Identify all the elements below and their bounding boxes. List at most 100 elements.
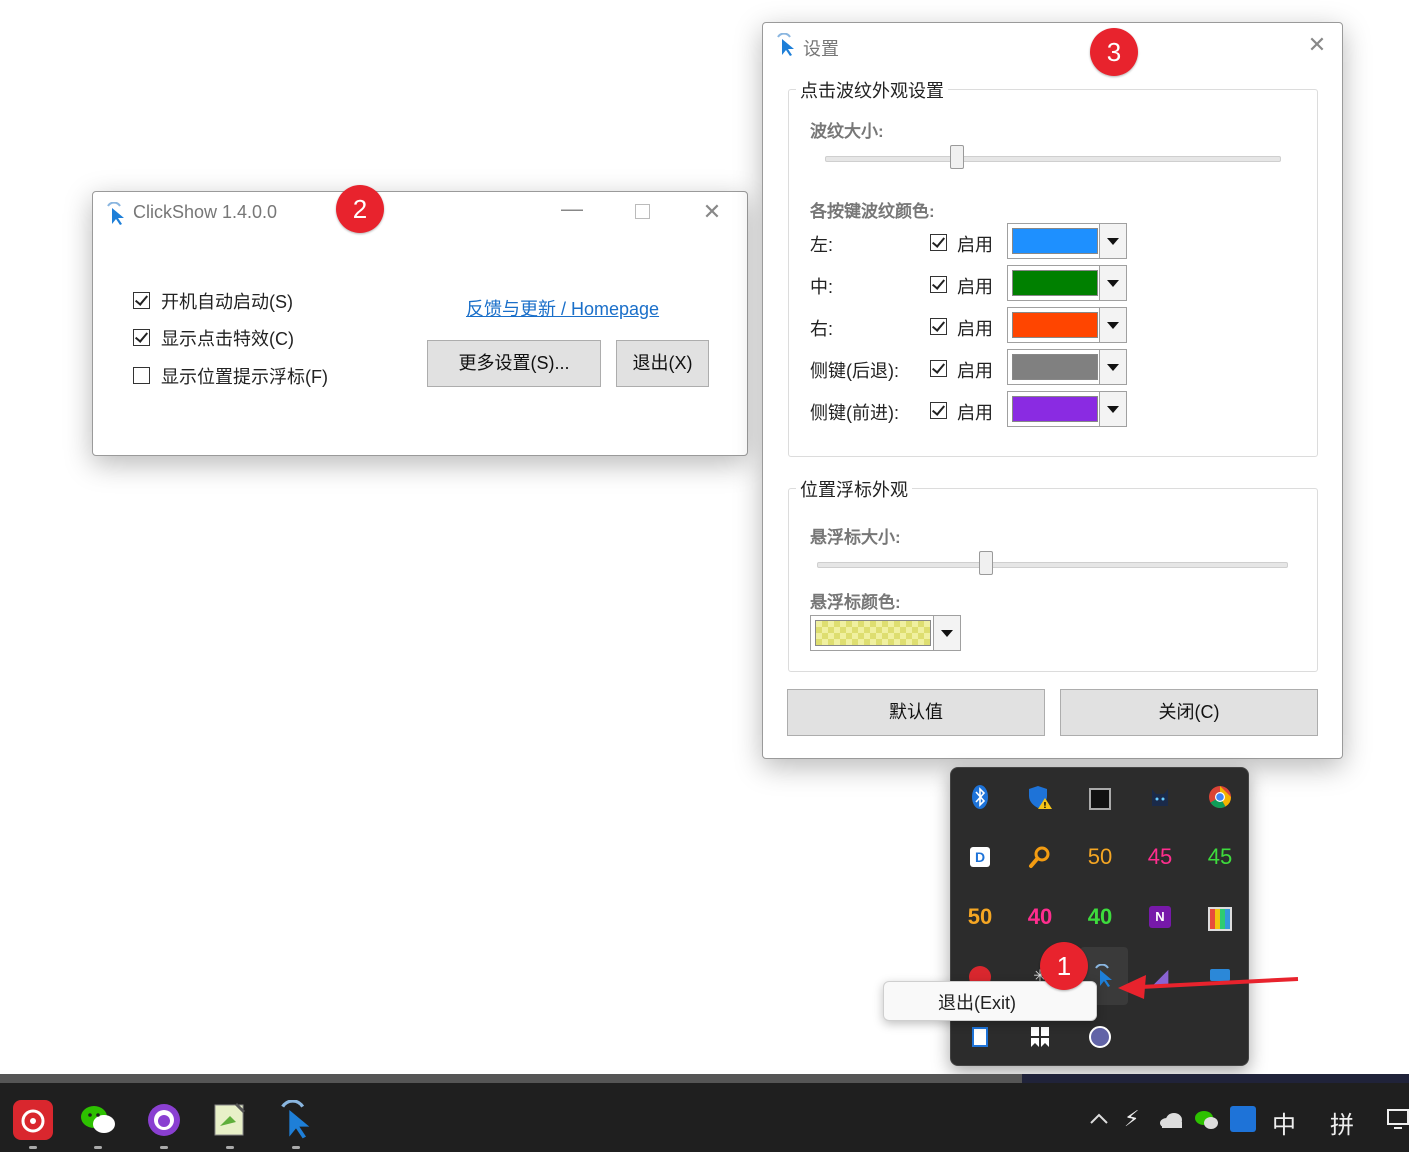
autostart-label[interactable]: 开机自动启动(S): [161, 288, 293, 314]
clipboard-tray-icon[interactable]: [960, 1017, 1000, 1057]
step-badge-1: 1: [1040, 942, 1088, 990]
marker-color-label: 悬浮标颜色:: [810, 593, 901, 612]
middle-button-label: 中:: [810, 277, 834, 297]
settings-app-icon: [777, 33, 794, 56]
clickshow-icon[interactable]: [276, 1099, 316, 1140]
taskbar-indicator: [292, 1146, 300, 1149]
wechat-icon[interactable]: [78, 1100, 118, 1140]
lightning-icon[interactable]: ⚡: [1124, 1106, 1139, 1132]
left-button-label: 左:: [810, 235, 834, 255]
left-enable-checkbox[interactable]: [930, 234, 947, 251]
back-button-label: 侧键(后退):: [810, 361, 899, 381]
tray-overflow-panel: ! D 50 45 45 50 40 40 N ✳ ◢: [950, 767, 1249, 1066]
marker-size-track: [817, 562, 1288, 568]
taskbar-indicator: [94, 1146, 102, 1149]
back-enable-label[interactable]: 启用: [957, 357, 993, 383]
show-click-effect-checkbox[interactable]: [133, 329, 150, 346]
github-icon[interactable]: [144, 1100, 184, 1140]
security-shield-icon[interactable]: !: [1020, 777, 1060, 817]
marker-size-slider[interactable]: [978, 551, 993, 575]
step-badge-3: 3: [1090, 28, 1138, 76]
display-icon[interactable]: [1386, 1108, 1409, 1130]
marker-group-title: 位置浮标外观: [796, 476, 912, 502]
marker-color-swatch: [815, 620, 931, 646]
close-button[interactable]: 关闭(C): [1060, 689, 1318, 736]
forward-color-swatch: [1012, 396, 1098, 422]
marker-size-label: 悬浮标大小:: [810, 528, 901, 547]
button-colors-label: 各按键波纹颜色:: [810, 202, 935, 221]
chevron-down-icon[interactable]: [1099, 350, 1126, 384]
show-click-effect-label[interactable]: 显示点击特效(C): [161, 325, 294, 351]
exit-menu-item[interactable]: 退出(Exit): [938, 989, 1016, 1015]
right-enable-label[interactable]: 启用: [957, 315, 993, 341]
right-color-combo[interactable]: [1007, 307, 1127, 343]
left-enable-label[interactable]: 启用: [957, 231, 993, 257]
settings-window: 设置 ✕ 点击波纹外观设置 波纹大小: 各按键波纹颜色: 左: 启用 中: 启用…: [762, 22, 1343, 759]
bluetooth-icon[interactable]: [960, 777, 1000, 817]
temp-value-2[interactable]: 45: [1140, 837, 1180, 877]
minimize-button[interactable]: —: [558, 198, 586, 220]
taskbar-indicator: [29, 1146, 37, 1149]
feedback-link[interactable]: 反馈与更新 / Homepage: [466, 295, 659, 321]
middle-color-combo[interactable]: [1007, 265, 1127, 301]
settings-close-icon[interactable]: ✕: [1303, 34, 1331, 56]
chevron-up-icon[interactable]: [1088, 1108, 1110, 1130]
ripple-size-label: 波纹大小:: [810, 122, 884, 141]
usage-value-1[interactable]: 50: [960, 897, 1000, 937]
back-color-swatch: [1012, 354, 1098, 380]
usage-value-2[interactable]: 40: [1020, 897, 1060, 937]
notepad-icon[interactable]: [210, 1100, 250, 1140]
search-icon[interactable]: [1020, 837, 1060, 877]
palette-app-icon[interactable]: [1200, 897, 1240, 937]
window-title: ClickShow 1.4.0.0: [133, 202, 278, 222]
chevron-down-icon[interactable]: [1099, 266, 1126, 300]
onenote-icon[interactable]: N: [1140, 897, 1180, 937]
back-color-combo[interactable]: [1007, 349, 1127, 385]
ripple-group-title: 点击波纹外观设置: [796, 77, 948, 103]
show-marker-label[interactable]: 显示位置提示浮标(F): [161, 363, 328, 389]
input-method-icon[interactable]: [1230, 1106, 1256, 1132]
cat-app-icon[interactable]: [1140, 777, 1180, 817]
ripple-size-slider[interactable]: [949, 145, 964, 169]
marker-color-combo[interactable]: [810, 615, 961, 651]
middle-enable-label[interactable]: 启用: [957, 273, 993, 299]
svg-text:!: !: [1043, 801, 1047, 810]
ime-mode-indicator[interactable]: 拼: [1330, 1105, 1354, 1140]
middle-enable-checkbox[interactable]: [930, 276, 947, 293]
d-app-icon[interactable]: D: [960, 837, 1000, 877]
teams-icon[interactable]: [1080, 1017, 1120, 1057]
more-settings-button[interactable]: 更多设置(S)...: [427, 340, 601, 387]
temp-value-3[interactable]: 45: [1200, 837, 1240, 877]
ime-language-indicator[interactable]: 中: [1272, 1105, 1296, 1140]
wechat-tray-icon[interactable]: [1194, 1108, 1220, 1132]
ripple-size-track: [825, 156, 1281, 162]
right-enable-checkbox[interactable]: [930, 318, 947, 335]
chevron-down-icon[interactable]: [1099, 308, 1126, 342]
cloud-icon[interactable]: [1158, 1110, 1184, 1130]
right-color-swatch: [1012, 312, 1098, 338]
clickshow-main-window: ClickShow 1.4.0.0 — ✕ 开机自动启动(S) 显示点击特效(C…: [92, 191, 748, 456]
chevron-down-icon[interactable]: [933, 616, 960, 650]
chevron-down-icon[interactable]: [1099, 392, 1126, 426]
exit-button[interactable]: 退出(X): [616, 340, 709, 387]
forward-enable-label[interactable]: 启用: [957, 399, 993, 425]
left-color-combo[interactable]: [1007, 223, 1127, 259]
maximize-button[interactable]: [628, 200, 656, 219]
chevron-down-icon[interactable]: [1099, 224, 1126, 258]
usage-value-3[interactable]: 40: [1080, 897, 1120, 937]
autostart-checkbox[interactable]: [133, 292, 150, 309]
netease-music-icon[interactable]: [13, 1100, 53, 1140]
annotation-arrow: [1118, 975, 1299, 999]
taskbar-indicator: [160, 1146, 168, 1149]
grid-app-icon[interactable]: [1020, 1017, 1060, 1057]
temp-value-1[interactable]: 50: [1080, 837, 1120, 877]
close-icon[interactable]: ✕: [698, 201, 726, 223]
chrome-icon[interactable]: [1200, 777, 1240, 817]
forward-color-combo[interactable]: [1007, 391, 1127, 427]
forward-enable-checkbox[interactable]: [930, 402, 947, 419]
show-marker-checkbox[interactable]: [133, 367, 150, 384]
window-app-icon[interactable]: [1080, 777, 1120, 817]
right-button-label: 右:: [810, 319, 834, 339]
default-button[interactable]: 默认值: [787, 689, 1045, 736]
back-enable-checkbox[interactable]: [930, 360, 947, 377]
